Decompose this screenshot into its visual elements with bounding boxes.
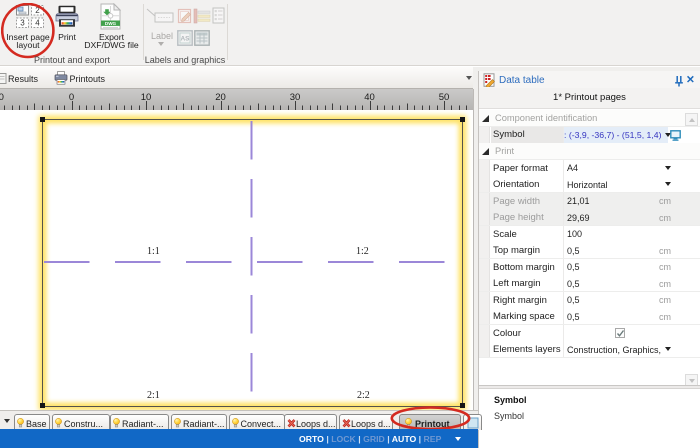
svg-text:30: 30 [290,92,301,103]
svg-text:0: 0 [69,92,74,103]
svg-text:AS: AS [180,36,190,43]
svg-text:40: 40 [364,92,375,103]
svg-text:DWG: DWG [105,21,117,26]
svg-text:10: 10 [141,92,152,103]
svg-text:20: 20 [215,92,226,103]
svg-text:-10: -10 [0,92,4,103]
svg-text:50: 50 [439,92,450,103]
